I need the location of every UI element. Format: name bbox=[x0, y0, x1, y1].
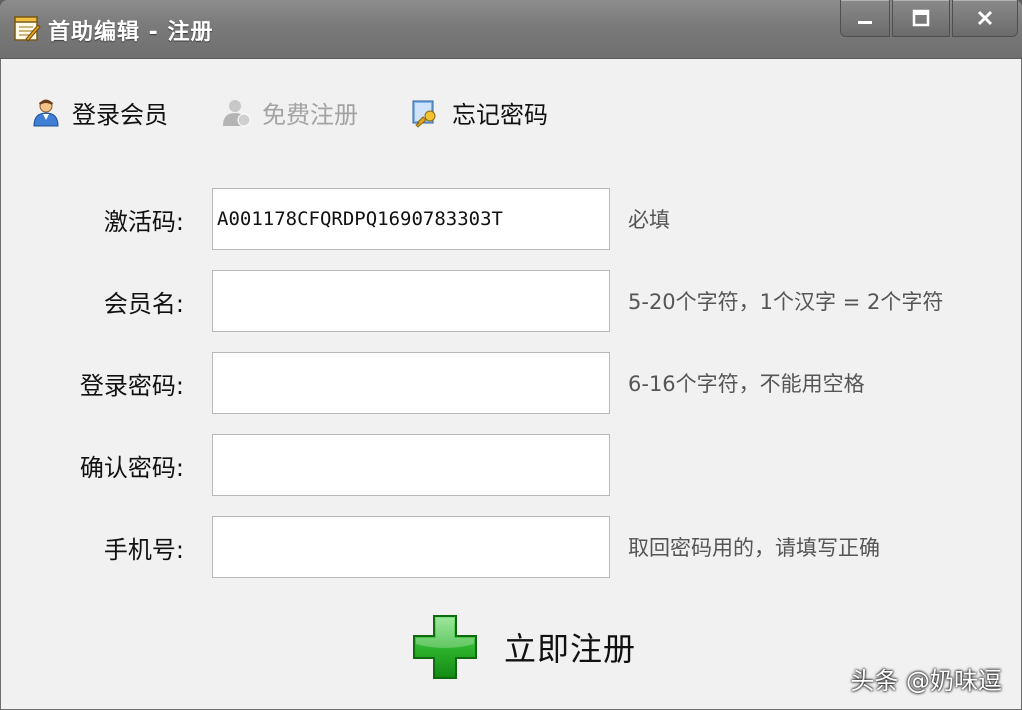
phone-hint: 取回密码用的，请填写正确 bbox=[628, 536, 880, 560]
form-row-phone: 手机号: 取回密码用的，请填写正确 bbox=[0, 516, 1022, 580]
title-bar[interactable]: 首助编辑 - 注册 bbox=[0, 0, 1022, 59]
phone-input[interactable] bbox=[212, 516, 610, 578]
close-button[interactable] bbox=[952, 0, 1018, 37]
window-title: 首助编辑 - 注册 bbox=[48, 20, 214, 45]
maximize-button[interactable] bbox=[892, 0, 950, 37]
user-icon bbox=[33, 99, 59, 127]
key-icon bbox=[412, 100, 436, 128]
confirm-password-label: 确认密码: bbox=[79, 454, 184, 482]
register-now-button[interactable]: 立即注册 bbox=[412, 612, 636, 682]
form-row-confirm-password: 确认密码: bbox=[0, 434, 1022, 498]
activation-code-hint: 必填 bbox=[628, 208, 670, 232]
user-add-icon bbox=[223, 100, 251, 127]
phone-label: 手机号: bbox=[103, 536, 184, 564]
activation-code-label: 激活码: bbox=[103, 208, 184, 236]
activation-code-input[interactable] bbox=[212, 188, 610, 250]
toolbar-label-register: 免费注册 bbox=[262, 100, 358, 129]
toolbar-item-register[interactable]: 免费注册 bbox=[220, 95, 358, 130]
minimize-button[interactable] bbox=[840, 0, 890, 37]
minimize-icon bbox=[858, 21, 872, 24]
watermark: 头条 @奶味逗 bbox=[850, 667, 1002, 695]
window-controls bbox=[838, 0, 1018, 38]
confirm-password-input[interactable] bbox=[212, 434, 610, 496]
password-hint: 6-16个字符，不能用空格 bbox=[628, 372, 865, 396]
toolbar-item-forgot-password[interactable]: 忘记密码 bbox=[410, 95, 548, 130]
toolbar-label-login: 登录会员 bbox=[72, 100, 168, 129]
close-icon bbox=[977, 10, 993, 26]
username-label: 会员名: bbox=[103, 290, 184, 318]
toolbar: 登录会员 免费注册 忘记密码 bbox=[30, 92, 600, 132]
toolbar-item-login[interactable]: 登录会员 bbox=[30, 95, 168, 130]
form-row-activation-code: 激活码: 必填 bbox=[0, 188, 1022, 252]
plus-icon bbox=[413, 615, 477, 679]
form-row-password: 登录密码: 6-16个字符，不能用空格 bbox=[0, 352, 1022, 416]
toolbar-label-forgot-password: 忘记密码 bbox=[452, 100, 548, 129]
username-input[interactable] bbox=[212, 270, 610, 332]
notepad-icon bbox=[14, 16, 41, 42]
form-row-username: 会员名: 5-20个字符，1个汉字 = 2个字符 bbox=[0, 270, 1022, 334]
register-window: 首助编辑 - 注册 登录会员 免费注册 忘记密码 激活码: A001178CFQ… bbox=[0, 0, 1022, 710]
register-now-label: 立即注册 bbox=[504, 630, 637, 668]
maximize-icon bbox=[912, 9, 930, 27]
password-label: 登录密码: bbox=[79, 372, 184, 400]
password-input[interactable] bbox=[212, 352, 610, 414]
username-hint: 5-20个字符，1个汉字 = 2个字符 bbox=[628, 290, 944, 314]
